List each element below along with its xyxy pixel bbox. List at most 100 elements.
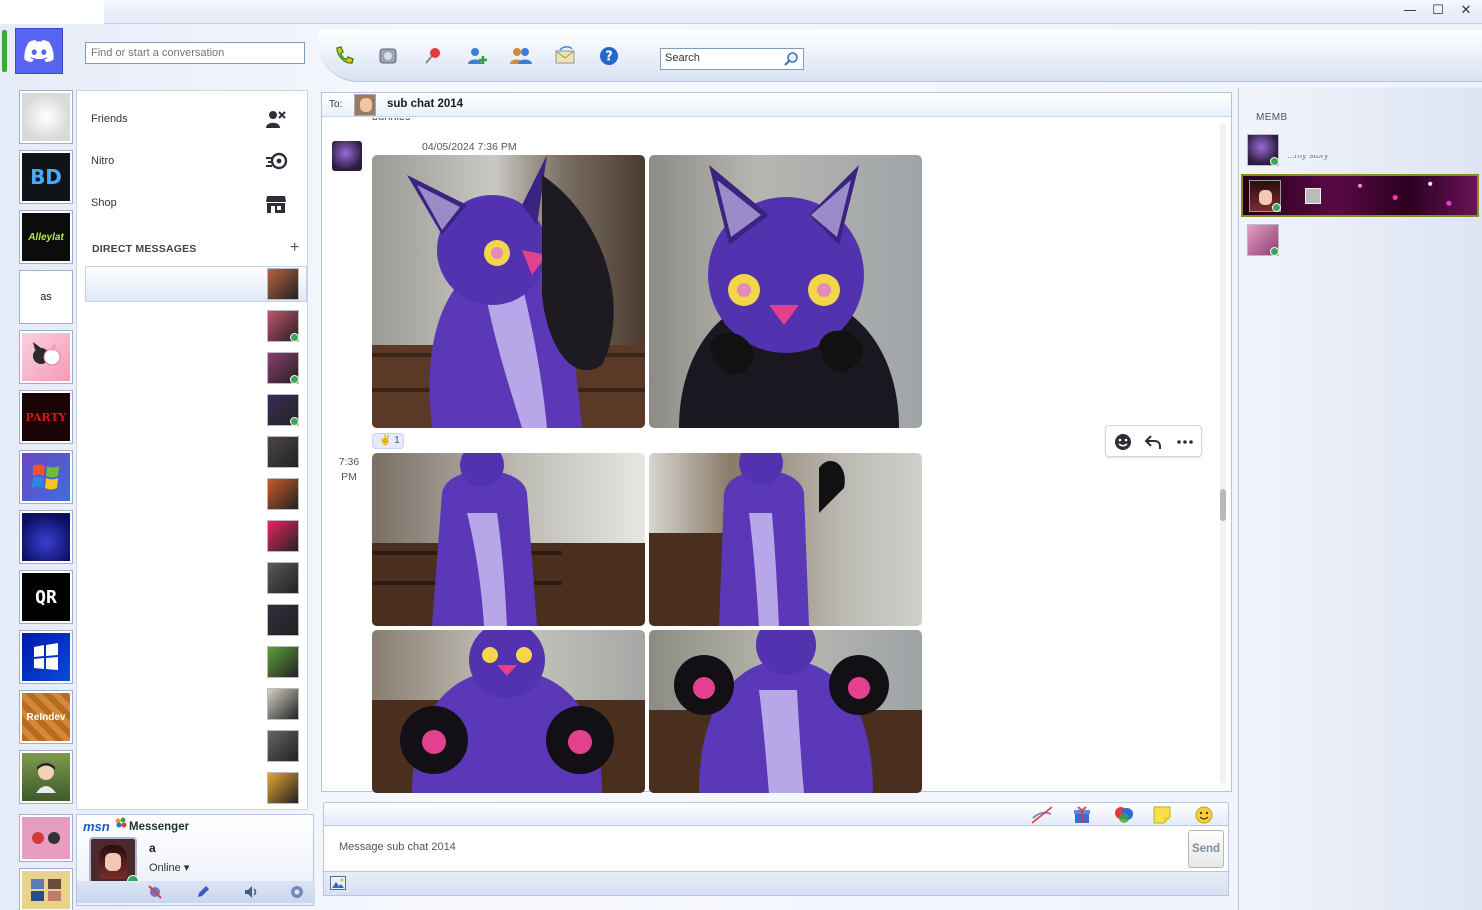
user-name: a <box>149 841 156 855</box>
server-cat[interactable] <box>19 510 73 564</box>
server-as[interactable]: as <box>19 270 73 324</box>
dm-avatar[interactable] <box>267 268 299 300</box>
reaction-pill[interactable]: ✌ 1 <box>372 433 404 449</box>
messenger-title: Messenger <box>129 821 190 833</box>
to-label: To: <box>329 99 343 110</box>
dm-avatar[interactable] <box>267 436 299 468</box>
emoji-icon[interactable] <box>1194 806 1214 824</box>
mute-icon[interactable] <box>147 884 163 900</box>
video-icon[interactable] <box>376 44 400 68</box>
server-playboi[interactable]: PARTY <box>19 390 73 444</box>
member-avatar <box>1247 134 1279 166</box>
pin-icon[interactable] <box>421 44 445 68</box>
to-bar: To: sub chat 2014 <box>322 93 1231 117</box>
attachment-photo-2[interactable] <box>649 155 922 428</box>
inbox-icon[interactable] <box>553 44 577 68</box>
add-friend-icon[interactable] <box>465 44 489 68</box>
add-reaction-icon[interactable] <box>1114 433 1132 451</box>
nitro-icon[interactable] <box>265 151 289 174</box>
home-button[interactable] <box>15 28 63 74</box>
message-placeholder: Message sub chat 2014 <box>339 841 456 853</box>
search-input[interactable]: Search <box>660 48 804 70</box>
server-win95[interactable] <box>19 630 73 684</box>
server-folder-2[interactable] <box>19 868 73 910</box>
online-status-dot <box>290 333 299 342</box>
attachment-photo-5[interactable] <box>372 630 645 793</box>
friends-icon[interactable] <box>265 109 287 134</box>
server-globe[interactable] <box>19 90 73 144</box>
attachment-photo-6[interactable] <box>649 630 922 793</box>
member-row-selected[interactable] <box>1241 174 1479 217</box>
more-options-icon[interactable] <box>1176 433 1194 451</box>
dm-avatar[interactable] <box>267 688 299 720</box>
attachment-photo-1[interactable] <box>372 155 645 428</box>
nitro-gem-icon[interactable] <box>1114 806 1134 824</box>
dm-avatar[interactable] <box>267 478 299 510</box>
call-icon[interactable] <box>332 44 356 68</box>
dm-avatar[interactable] <box>267 394 299 426</box>
speaker-icon[interactable] <box>243 884 259 900</box>
search-placeholder: Search <box>665 52 700 64</box>
server-folder-1[interactable] <box>19 814 73 862</box>
member-row-1[interactable]: ...my story <box>1247 132 1479 168</box>
send-button[interactable]: Send <box>1188 830 1224 868</box>
discord-logo-icon <box>24 40 54 62</box>
dm-avatar[interactable] <box>267 562 299 594</box>
server-qr[interactable]: QR <box>19 570 73 624</box>
message-input[interactable]: Message sub chat 2014 Send <box>323 826 1229 872</box>
dm-avatar[interactable] <box>267 310 299 342</box>
dm-avatar[interactable] <box>267 520 299 552</box>
chat-scroll-thumb[interactable] <box>1220 489 1226 521</box>
nav-nitro[interactable]: Nitro <box>91 155 114 167</box>
edit-icon[interactable] <box>195 884 211 900</box>
channel-avatar <box>354 94 376 116</box>
user-avatar[interactable] <box>89 837 139 887</box>
server-bd[interactable]: BD <box>19 150 73 204</box>
settings-gear-icon[interactable] <box>289 884 305 900</box>
attachment-photo-4[interactable] <box>649 453 922 626</box>
search-icon[interactable] <box>783 51 799 70</box>
online-status-dot <box>1270 157 1279 166</box>
sticker-icon[interactable] <box>1152 806 1172 824</box>
dm-avatar[interactable] <box>267 604 299 636</box>
reply-icon[interactable] <box>1144 433 1162 451</box>
dm-avatar[interactable] <box>267 730 299 762</box>
dm-avatar[interactable] <box>267 352 299 384</box>
top-toolbar <box>318 30 1482 82</box>
attach-image-icon[interactable] <box>330 876 346 893</box>
server-windows-xp[interactable] <box>19 450 73 504</box>
minimize-button[interactable]: — <box>1396 2 1424 20</box>
server-kuromi[interactable] <box>19 330 73 384</box>
msn-logo: msn <box>83 819 110 834</box>
shop-icon[interactable] <box>265 193 287 218</box>
members-panel: MEMB ...my story <box>1238 88 1482 910</box>
close-button[interactable]: ✕ <box>1452 2 1480 20</box>
dm-avatar[interactable] <box>267 772 299 804</box>
server-alleylat[interactable]: Alleylat <box>19 210 73 264</box>
channel-name: sub chat 2014 <box>387 98 464 110</box>
member-row-3[interactable] <box>1247 222 1479 258</box>
message-author-avatar[interactable] <box>332 141 362 171</box>
direct-messages-header: DIRECT MESSAGES <box>92 243 197 255</box>
find-conversation-input[interactable] <box>85 42 305 64</box>
online-status-dot <box>1272 203 1281 212</box>
disabled-ink-icon[interactable] <box>1030 806 1053 824</box>
attachment-photo-3[interactable] <box>372 453 645 626</box>
members-icon[interactable] <box>509 44 533 68</box>
dm-avatar[interactable] <box>267 646 299 678</box>
maximize-button[interactable]: ☐ <box>1424 2 1452 20</box>
server-reindev[interactable]: ReIndev <box>19 690 73 744</box>
online-status-dot <box>290 417 299 426</box>
chat-scrollbar[interactable] <box>1220 123 1226 783</box>
user-area: msn Messenger a Online ▾ <box>76 814 315 906</box>
server-boy[interactable] <box>19 750 73 804</box>
badge-icon <box>1305 188 1321 204</box>
help-icon[interactable]: ? <box>597 44 621 68</box>
nav-shop[interactable]: Shop <box>91 197 117 209</box>
user-status-dropdown[interactable]: Online ▾ <box>149 861 189 874</box>
nav-friends[interactable]: Friends <box>91 113 128 125</box>
gift-icon[interactable] <box>1072 806 1092 824</box>
chat-panel: To: sub chat 2014 bunnies 04/05/2024 7:3… <box>321 92 1232 793</box>
online-status-dot <box>290 375 299 384</box>
add-dm-button[interactable]: + <box>290 239 299 257</box>
